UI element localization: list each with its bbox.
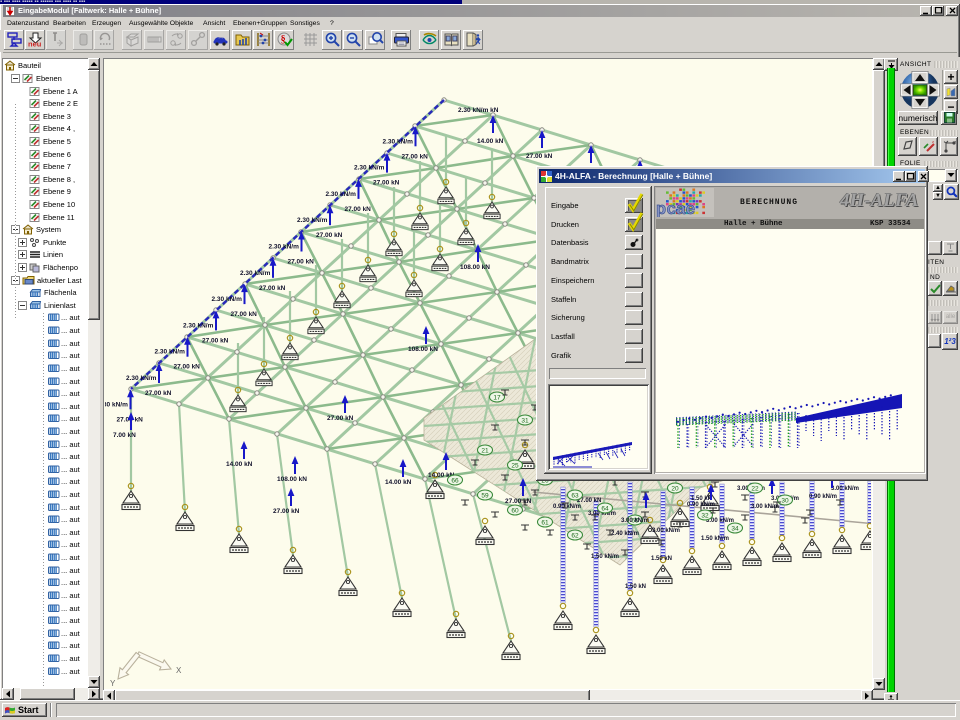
svg-text:27.00 kN: 27.00 kN	[316, 232, 343, 239]
svg-text:0.90 kN/m: 0.90 kN/m	[687, 502, 715, 508]
svg-text:27.00 kN: 27.00 kN	[202, 337, 229, 344]
svg-text:1.50 kN/m: 1.50 kN/m	[701, 536, 729, 542]
svg-text:2.30 kN/m kN: 2.30 kN/m kN	[458, 107, 499, 114]
svg-text:X: X	[176, 666, 182, 675]
svg-text:2.30 kN/m: 2.30 kN/m	[240, 269, 271, 276]
svg-text:1.50 kN: 1.50 kN	[691, 496, 712, 502]
svg-text:25: 25	[511, 462, 519, 469]
svg-text:14.00 kN: 14.00 kN	[477, 138, 504, 145]
svg-text:1.50 kN: 1.50 kN	[625, 584, 646, 590]
svg-text:32: 32	[701, 512, 709, 519]
svg-text:27.00 kN: 27.00 kN	[273, 508, 300, 515]
svg-text:27.00 kN: 27.00 kN	[145, 390, 172, 397]
svg-text:pcae: pcae	[656, 200, 696, 217]
svg-text:61: 61	[541, 519, 549, 526]
svg-text:neu: neu	[28, 40, 42, 49]
svg-text:62: 62	[571, 532, 579, 539]
svg-text:34: 34	[731, 525, 739, 532]
svg-text:27.00 kN: 27.00 kN	[402, 153, 429, 160]
svg-text:3.00 kN/m: 3.00 kN/m	[652, 528, 680, 534]
svg-text:1.50 kN: 1.50 kN	[651, 556, 672, 562]
svg-text:64: 64	[601, 505, 609, 512]
svg-text:108.00 kN: 108.00 kN	[408, 346, 438, 353]
svg-text:22: 22	[751, 485, 759, 492]
svg-text:17: 17	[493, 394, 501, 401]
svg-text:60: 60	[511, 507, 519, 514]
svg-text:14.00 kN: 14.00 kN	[226, 461, 253, 468]
svg-text:31: 31	[521, 417, 529, 424]
svg-text:27.00 kN: 27.00 kN	[327, 415, 354, 422]
svg-text:2.30 kN/m: 2.30 kN/m	[126, 375, 157, 382]
svg-text:27.00 kN: 27.00 kN	[231, 311, 258, 318]
svg-text:2.30 kN/m: 2.30 kN/m	[183, 322, 214, 329]
svg-text:108.00 kN: 108.00 kN	[277, 476, 307, 483]
svg-text:1.50 kN/m: 1.50 kN/m	[591, 554, 619, 560]
svg-text:59: 59	[481, 492, 489, 499]
svg-text:7.00 kN: 7.00 kN	[113, 432, 136, 439]
svg-text:2.30 kN/m: 2.30 kN/m	[297, 217, 328, 224]
svg-text:21: 21	[481, 447, 489, 454]
svg-text:2.30 kN/m: 2.30 kN/m	[212, 296, 243, 303]
svg-text:14.00 kN: 14.00 kN	[385, 479, 412, 486]
svg-text:0.90 kN/m: 0.90 kN/m	[553, 504, 581, 510]
svg-text:Y: Y	[110, 679, 116, 688]
svg-text:66: 66	[451, 477, 459, 484]
svg-text:3.00 kN/m: 3.00 kN/m	[831, 486, 859, 492]
svg-text:27.00 kN: 27.00 kN	[174, 363, 201, 370]
svg-text:27.00 kN: 27.00 kN	[505, 498, 532, 505]
svg-text:20: 20	[671, 485, 679, 492]
svg-text:108.00 kN: 108.00 kN	[460, 264, 490, 271]
svg-text:2.30 kN/m: 2.30 kN/m	[326, 190, 357, 197]
svg-text:2.30 kN/m: 2.30 kN/m	[354, 164, 385, 171]
svg-text:27.00 kN: 27.00 kN	[288, 258, 315, 265]
svg-text:2.40 kN/m: 2.40 kN/m	[611, 531, 639, 537]
svg-text:27.00 kN: 27.00 kN	[259, 284, 286, 291]
svg-text:3.00 kN/m: 3.00 kN/m	[621, 518, 649, 524]
svg-text:2.30 kN/m: 2.30 kN/m	[155, 348, 186, 355]
svg-text:3.00 kN/m: 3.00 kN/m	[751, 504, 779, 510]
svg-text:63: 63	[571, 492, 579, 499]
svg-text:2.30 kN/m: 2.30 kN/m	[269, 243, 300, 250]
svg-text:2.30 kN/m: 2.30 kN/m	[383, 138, 414, 145]
svg-text:27.00 kN: 27.00 kN	[345, 205, 372, 212]
svg-text:0.90 kN/m: 0.90 kN/m	[809, 494, 837, 500]
svg-text:§: §	[280, 35, 285, 46]
svg-text:27.00 kN: 27.00 kN	[373, 179, 400, 186]
svg-text:27.00 kN: 27.00 kN	[526, 153, 553, 160]
svg-text:2.30 kN/m: 2.30 kN/m	[105, 401, 128, 408]
svg-text:30: 30	[781, 497, 789, 504]
